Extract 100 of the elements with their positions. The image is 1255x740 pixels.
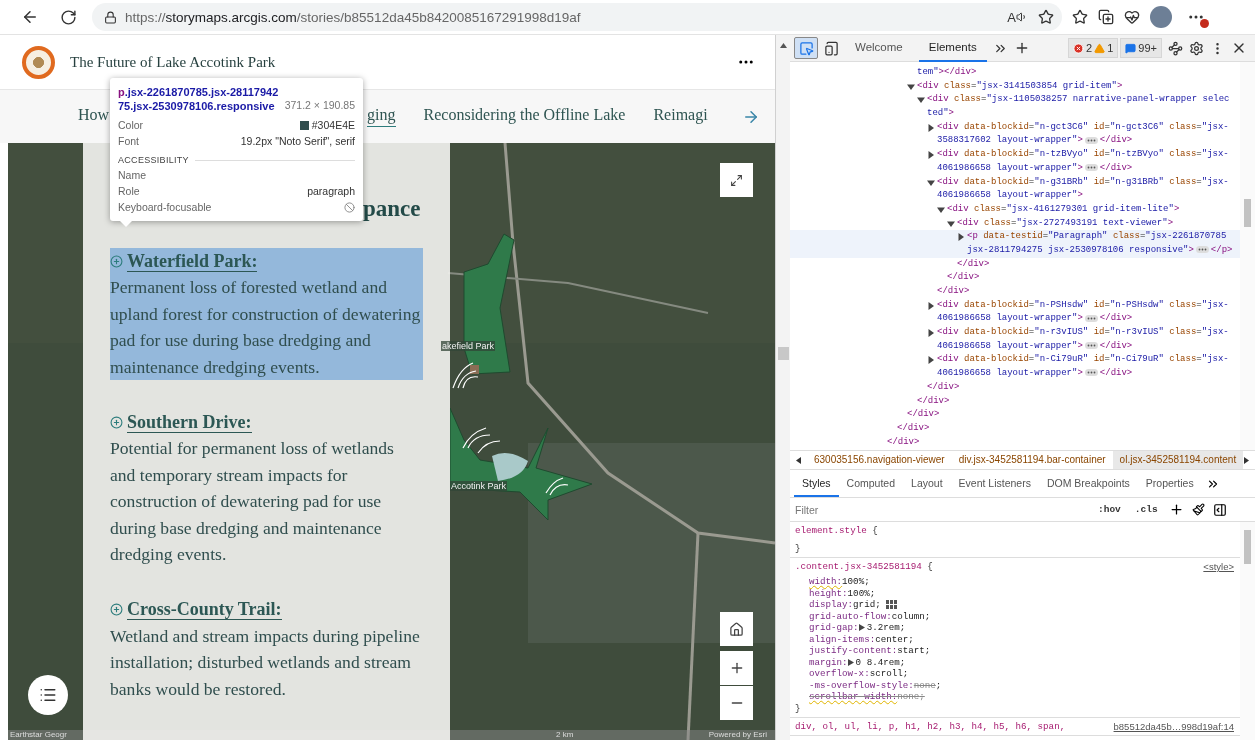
dom-line[interactable]: <div class="jsx-4161279301 grid-item-lite">	[790, 202, 1240, 217]
dom-line[interactable]: 4061986658 layout-wrapper"> </div>	[790, 312, 1240, 327]
styles-pane-tab[interactable]: Computed	[838, 471, 904, 497]
expand-arrows-icon[interactable]	[730, 173, 743, 187]
profile-avatar[interactable]	[1150, 6, 1172, 28]
story-nav-link[interactable]: ging	[367, 106, 396, 127]
dom-line[interactable]: 4061986658 layout-wrapper">	[790, 189, 1240, 203]
dom-line[interactable]: </div>	[790, 394, 1240, 409]
dom-line[interactable]: 4061986658 layout-wrapper"> </div>	[790, 339, 1240, 354]
address-bar[interactable]: https://storymaps.arcgis.com/stories/b85512da45b8420085167291998d19af A	[92, 3, 1062, 31]
collections-icon[interactable]	[1098, 9, 1114, 25]
stylesheet-link[interactable]: <style>	[1203, 561, 1234, 573]
dom-line[interactable]: <div data-blockid="n-g31BRb" id="n-g31BRb" class="jsx-	[790, 175, 1240, 190]
paintbrush-icon[interactable]	[1191, 503, 1205, 516]
styles-pane-tab[interactable]: Event Listeners	[950, 471, 1039, 497]
grid-editor-icon[interactable]	[885, 599, 897, 610]
star-icon[interactable]	[1072, 9, 1088, 25]
dom-line[interactable]: </div>	[790, 408, 1240, 422]
impact-title-link[interactable]: Southern Drive:	[127, 411, 252, 433]
scroll-left-arrow-icon[interactable]	[796, 456, 801, 464]
dom-line[interactable]: </div>	[790, 435, 1240, 450]
breadcrumb-link[interactable]: 630035156.navigation-viewer	[807, 451, 952, 469]
connection-icon[interactable]	[1168, 40, 1183, 56]
devtools-tab[interactable]: Elements	[918, 34, 987, 62]
dom-line[interactable]: </div>	[790, 257, 1240, 272]
styles-pane-tab[interactable]: Styles	[794, 471, 839, 497]
read-aloud-button[interactable]: A	[1005, 9, 1030, 25]
zoom-in-button[interactable]	[720, 651, 753, 685]
dom-line[interactable]: <div class="jsx-1105038257 narrative-panel-wrapper selec	[790, 93, 1240, 108]
reload-icon[interactable]	[59, 8, 77, 26]
issue-counter[interactable]: 2 1	[1068, 38, 1119, 58]
dom-line[interactable]: ted">	[790, 107, 1240, 121]
story-nav-link[interactable]: Reimagi	[653, 106, 708, 127]
dom-line[interactable]: 4061986658 layout-wrapper"> </div>	[790, 161, 1240, 176]
expand-triangle-icon[interactable]	[947, 219, 955, 228]
styles-pane-tab[interactable]: DOM Breakpoints	[1038, 471, 1138, 497]
plus-circle-icon[interactable]	[110, 603, 123, 616]
settings-icon[interactable]	[1189, 40, 1204, 56]
expand-triangle-icon[interactable]	[927, 151, 935, 160]
expand-triangle-icon[interactable]	[847, 658, 854, 666]
dom-line[interactable]: <div data-blockid="n-gct3C6" id="n-gct3C6" class="jsx-	[790, 120, 1240, 135]
dom-line[interactable]: 3588317602 layout-wrapper"> </div>	[790, 134, 1240, 149]
scroll-up-arrow-icon[interactable]	[779, 43, 787, 48]
dom-line[interactable]: </div>	[790, 271, 1240, 285]
impact-title-link[interactable]: Cross-County Trail:	[127, 599, 282, 620]
dom-line[interactable]: </div>	[790, 285, 1240, 299]
heart-pulse-icon[interactable]	[1124, 9, 1140, 25]
story-nav-link[interactable]: How	[78, 106, 110, 127]
css-declaration[interactable]: display:grid;	[795, 599, 1234, 611]
breadcrumb-link[interactable]: div.jsx-3452581194.bar-container	[951, 451, 1113, 469]
css-declaration[interactable]: align-items:center;	[795, 633, 1234, 645]
scrollbar-thumb[interactable]	[1244, 530, 1251, 564]
lock-icon[interactable]	[104, 10, 117, 24]
dom-line[interactable]: <div class="jsx-3141503854 grid-item">	[790, 79, 1240, 94]
star-icon[interactable]	[1038, 9, 1054, 25]
impact-title-link[interactable]: Waterfield Park:	[127, 250, 258, 272]
devtools-tab[interactable]: Welcome	[845, 34, 913, 62]
dom-line[interactable]: tem"></div>	[790, 66, 1240, 80]
styles-pane-tab[interactable]: Layout	[903, 471, 951, 497]
css-declaration[interactable]: margin: 0 8.4rem;	[795, 656, 1234, 668]
speaker-icon[interactable]	[1016, 11, 1028, 23]
class-toggle[interactable]: .cls	[1131, 504, 1161, 515]
plus-circle-icon[interactable]	[110, 415, 123, 429]
breadcrumb-link[interactable]: ol.jsx-3452581194.content	[1112, 451, 1244, 469]
dom-line[interactable]: </div>	[790, 421, 1240, 436]
dom-line[interactable]: <div data-blockid="n-r3vIUS" id="n-r3vIUS" class="jsx-	[790, 326, 1240, 340]
css-declaration[interactable]: grid-auto-flow:column;	[795, 610, 1234, 622]
expand-triangle-icon[interactable]	[858, 624, 865, 632]
dom-line[interactable]: </div>	[790, 380, 1240, 395]
expand-triangle-icon[interactable]	[937, 205, 945, 214]
dom-line[interactable]: <div data-blockid="n-Ci79uR" id="n-Ci79uR" class="jsx-	[790, 353, 1240, 368]
stylesheet-link[interactable]: b85512da45b…998d19af:14	[1113, 720, 1234, 733]
css-declaration[interactable]: -ms-overflow-style:none;	[795, 679, 1234, 691]
css-declaration[interactable]: justify-content:start;	[795, 645, 1234, 657]
scroll-right-arrow-icon[interactable]	[1244, 456, 1249, 464]
css-declaration[interactable]: width:100%;	[795, 576, 1234, 588]
dom-line[interactable]: <div data-blockid="n-tzBVyo" id="n-tzBVyo" class="jsx-	[790, 148, 1240, 162]
hover-state-toggle[interactable]: :hov	[1095, 504, 1124, 515]
list-icon[interactable]	[39, 686, 57, 704]
expand-triangle-icon[interactable]	[907, 82, 915, 91]
device-icon[interactable]	[824, 40, 839, 56]
css-declaration[interactable]: scrollbar-width:none;	[795, 691, 1234, 703]
expand-triangle-icon[interactable]	[927, 329, 935, 338]
dom-line[interactable]: <div data-blockid="n-PSHsdw" id="n-PSHsdw" class="jsx-	[790, 298, 1240, 313]
home-button[interactable]	[720, 612, 753, 646]
message-counter[interactable]: 99+	[1120, 38, 1162, 58]
expand-triangle-icon[interactable]	[927, 356, 935, 365]
css-declaration[interactable]: overflow-x:scroll;	[795, 668, 1234, 680]
scrollbar-thumb[interactable]	[1244, 199, 1251, 227]
styles-pane-tab[interactable]: Properties	[1137, 471, 1202, 497]
new-rule-icon[interactable]	[1168, 502, 1184, 517]
dom-line[interactable]: 4061986658 layout-wrapper"> </div>	[790, 367, 1240, 381]
css-declaration[interactable]: grid-gap: 3.2rem;	[795, 622, 1234, 634]
story-nav-link[interactable]: Reconsidering the Offline Lake	[423, 106, 626, 127]
expand-triangle-icon[interactable]	[917, 96, 925, 105]
sidebar-toggle-icon[interactable]	[1212, 502, 1227, 517]
expand-triangle-icon[interactable]	[927, 123, 935, 132]
expand-triangle-icon[interactable]	[927, 301, 935, 310]
dom-line[interactable]: <div class="jsx-2727493191 text-viewer">	[790, 216, 1240, 231]
expand-triangle-icon[interactable]	[957, 233, 965, 242]
